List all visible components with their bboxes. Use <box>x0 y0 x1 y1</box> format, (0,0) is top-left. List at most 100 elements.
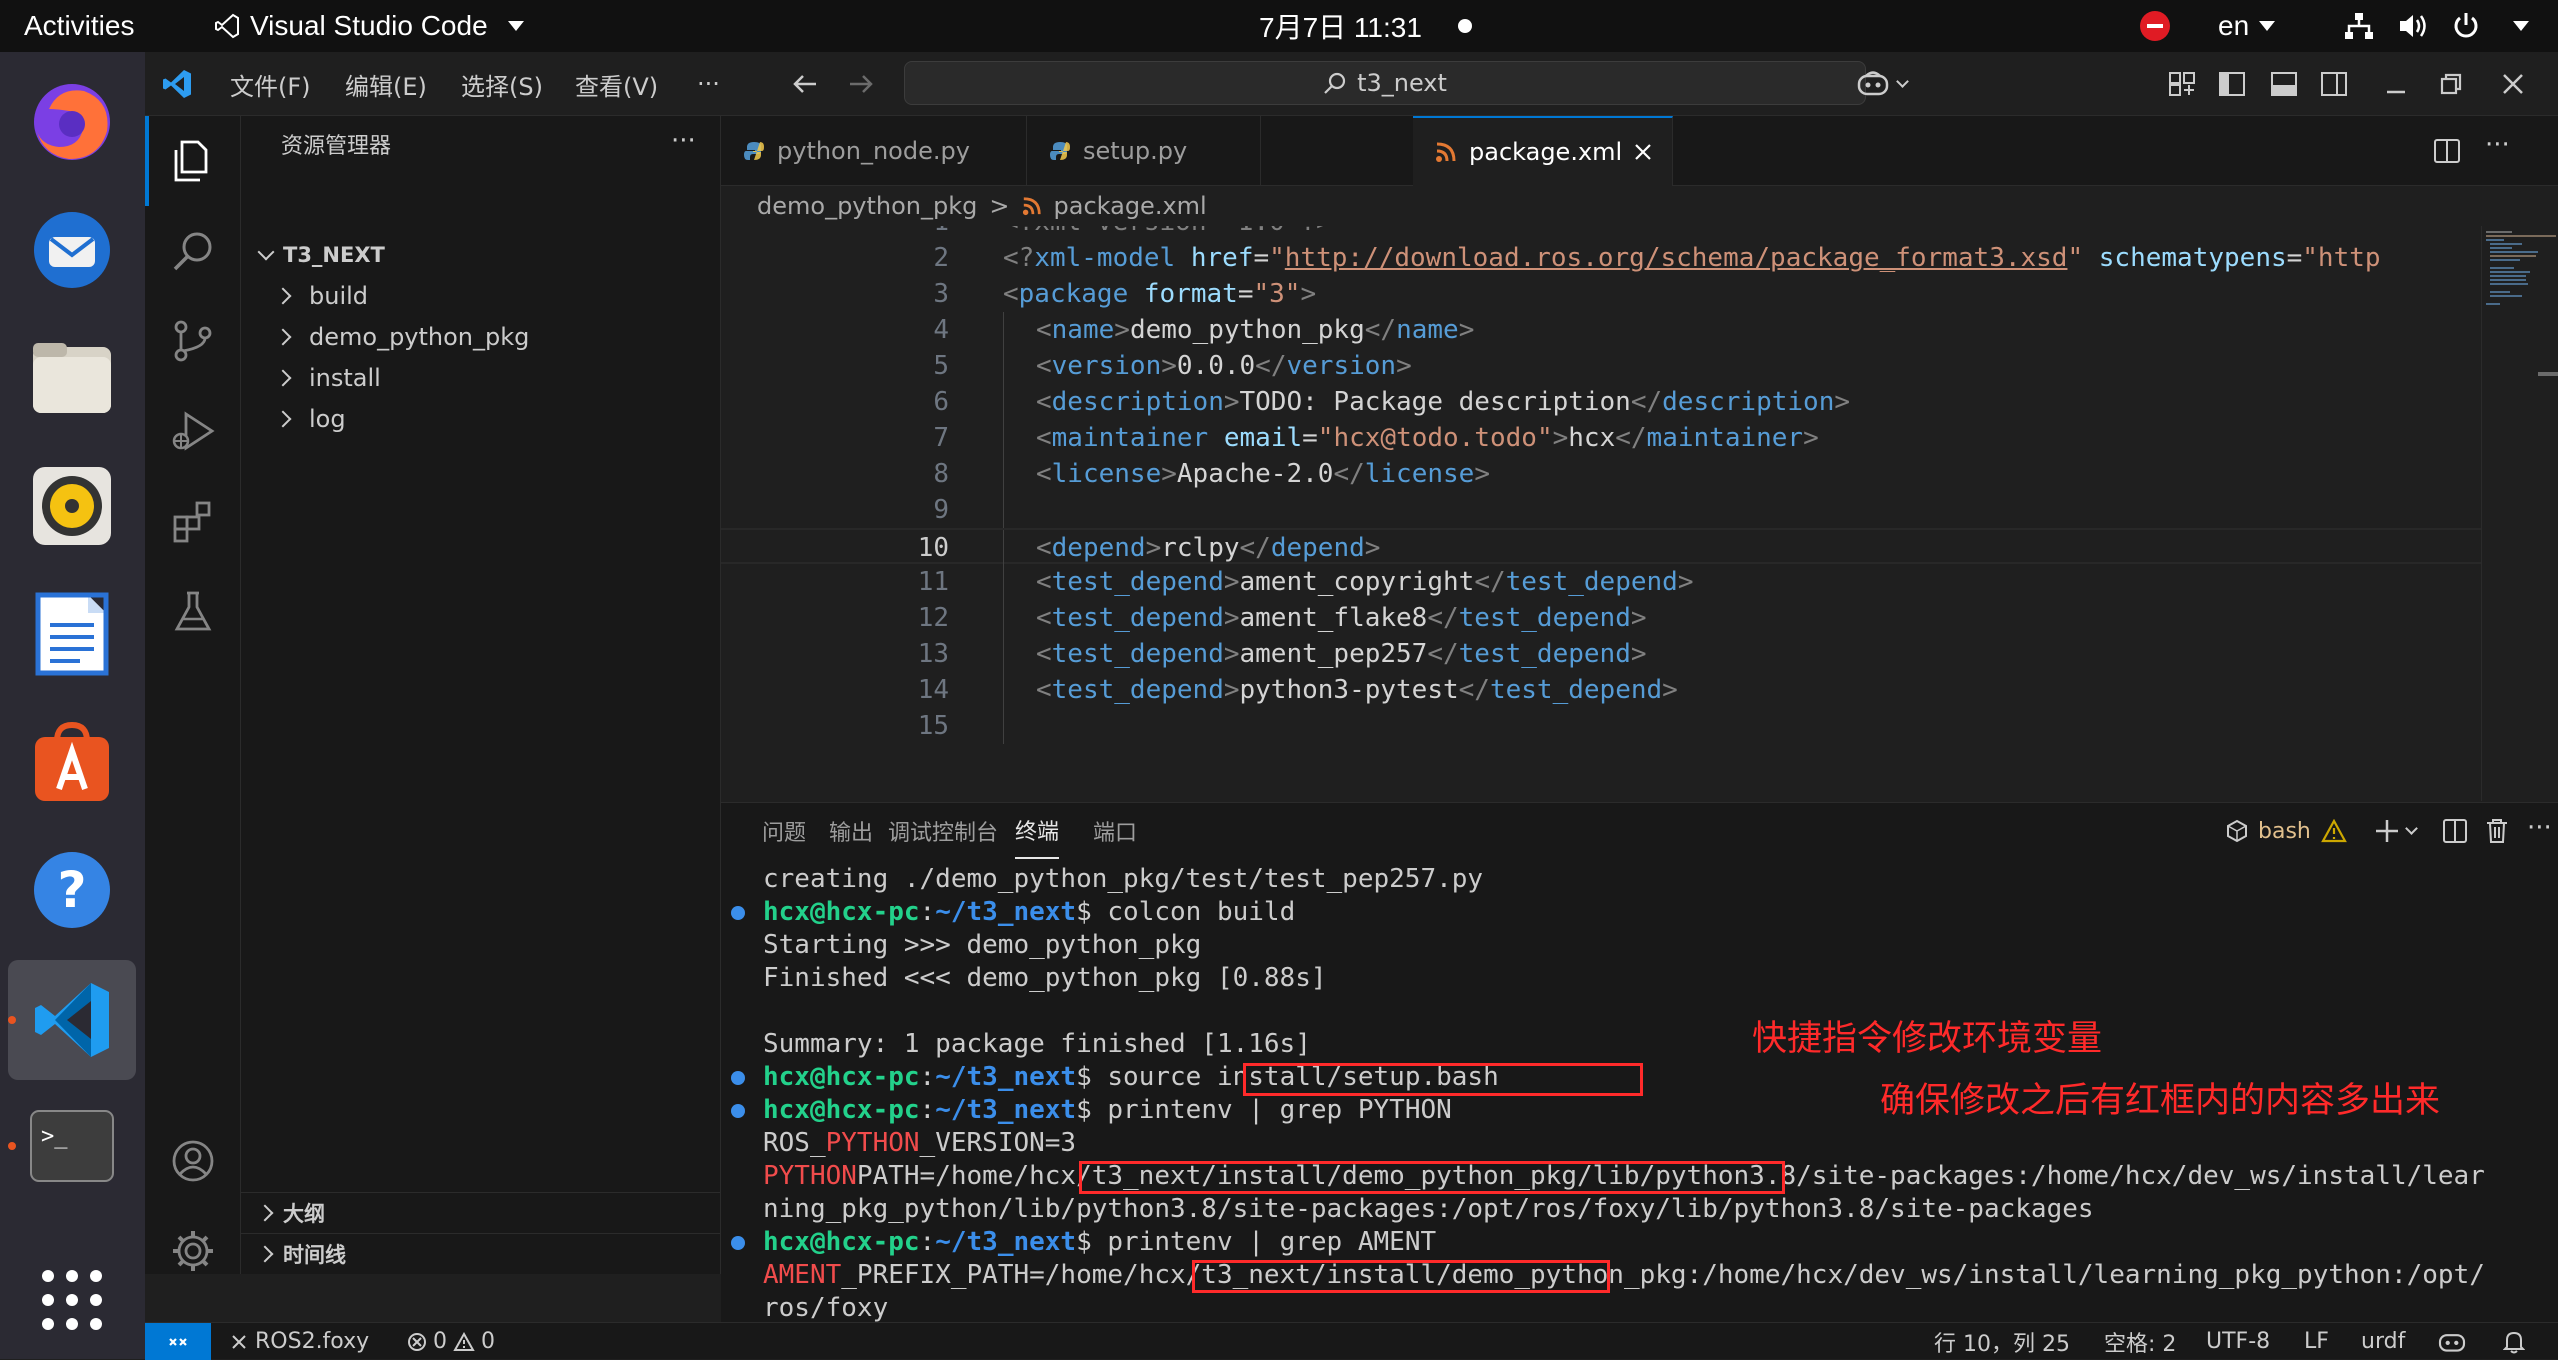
vscode-app-icon <box>214 13 240 39</box>
thunderbird-icon[interactable] <box>22 200 122 300</box>
tab-setup-py[interactable]: setup.py <box>1027 116 1261 186</box>
menu-selection[interactable]: 选择(S) <box>461 52 543 116</box>
breadcrumb-folder[interactable]: demo_python_pkg <box>757 192 977 220</box>
indentation[interactable]: 空格: 2 <box>2104 1323 2176 1360</box>
close-window-icon[interactable] <box>2497 68 2529 100</box>
title-bar: 文件(F) 编辑(E) 选择(S) 查看(V) ··· t3_next <box>145 52 2558 116</box>
terminal-shell-label: bash <box>2258 818 2311 844</box>
menu-view[interactable]: 查看(V) <box>575 52 658 116</box>
panel-tab-debug-console[interactable]: 调试控制台 <box>888 803 998 859</box>
system-menu[interactable] <box>2343 0 2529 52</box>
search-icon[interactable] <box>145 206 241 296</box>
command-success-decoration[interactable] <box>731 906 745 920</box>
minimize-window-icon[interactable] <box>2380 68 2412 100</box>
testing-icon[interactable] <box>145 566 241 656</box>
toggle-panel-icon[interactable] <box>2268 68 2300 100</box>
remote-env-label: ROS2.foxy <box>255 1329 370 1354</box>
breadcrumb-file[interactable]: package.xml <box>1054 192 1207 220</box>
account-icon[interactable] <box>145 1116 241 1206</box>
firefox-icon[interactable] <box>22 72 122 172</box>
code-editor[interactable]: 1 <?xml version="1.0"?> 2 <?xml-model hr… <box>721 226 2481 801</box>
libreoffice-writer-icon[interactable] <box>22 584 122 684</box>
terminal-instance-selector[interactable]: bash <box>2226 803 2347 859</box>
panel-tab-problems[interactable]: 问题 <box>762 803 806 859</box>
clock[interactable]: 7月7日 11:31 <box>1259 0 1472 52</box>
activities-button[interactable]: Activities <box>24 0 134 52</box>
panel-tab-terminal[interactable]: 终端 <box>1015 803 1060 859</box>
command-center-search[interactable]: t3_next <box>904 61 1866 105</box>
cursor-position[interactable]: 行 10，列 25 <box>1934 1323 2070 1360</box>
run-debug-icon[interactable] <box>145 386 241 476</box>
tree-item-log[interactable]: log <box>241 398 721 439</box>
app-menu[interactable]: Visual Studio Code <box>214 0 524 52</box>
command-success-decoration[interactable] <box>731 1104 745 1118</box>
warning-icon <box>2320 819 2347 843</box>
search-icon <box>1323 71 1347 95</box>
line-number: 11 <box>917 567 949 597</box>
vscode-dock-icon[interactable] <box>8 960 136 1080</box>
copilot-status-icon[interactable] <box>2437 1323 2467 1360</box>
toggle-secondary-sidebar-icon[interactable] <box>2318 68 2350 100</box>
terminal-output-line: Summary: 1 package finished [1.16s] <box>763 1029 1311 1059</box>
trash-icon[interactable] <box>2481 815 2513 847</box>
split-terminal-icon[interactable] <box>2439 815 2471 847</box>
menu-file[interactable]: 文件(F) <box>230 52 311 116</box>
terminal-command-line: hcx@hcx-pc:~/t3_next$ colcon build <box>763 897 1296 927</box>
terminal[interactable]: creating ./demo_python_pkg/test/test_pep… <box>721 863 2558 1356</box>
restore-window-icon[interactable] <box>2435 68 2467 100</box>
terminal-icon[interactable]: >_ <box>22 1096 122 1196</box>
problems-status[interactable]: 0 0 <box>407 1323 495 1360</box>
chevron-down-icon[interactable] <box>2401 815 2421 847</box>
workspace-root[interactable]: T3_NEXT <box>241 234 721 275</box>
rhythmbox-icon[interactable] <box>22 456 122 556</box>
show-apps-grid-icon[interactable] <box>22 1250 122 1350</box>
explorer-title: 资源管理器 <box>281 134 392 159</box>
panel-more-actions-icon[interactable]: ··· <box>2527 813 2552 843</box>
minimap[interactable] <box>2481 226 2558 801</box>
tab-label: package.xml <box>1469 138 1623 166</box>
explorer-more-actions-icon[interactable]: ··· <box>671 126 696 156</box>
end-of-line[interactable]: LF <box>2304 1323 2329 1360</box>
terminal-output-line: ning_pkg_python/lib/python3.8/site-packa… <box>763 1194 2094 1224</box>
command-success-decoration[interactable] <box>731 1071 745 1085</box>
files-icon[interactable] <box>22 328 122 428</box>
timeline-section[interactable]: 时间线 <box>241 1233 721 1274</box>
encoding[interactable]: UTF-8 <box>2206 1323 2270 1360</box>
back-arrow-icon[interactable] <box>789 68 821 100</box>
tree-item-build[interactable]: build <box>241 275 721 316</box>
extensions-icon[interactable] <box>145 476 241 566</box>
menu-more-button[interactable]: ··· <box>697 52 720 116</box>
input-language-menu[interactable]: en <box>2218 0 2276 52</box>
tab-package-xml[interactable]: package.xml <box>1413 116 1673 186</box>
tab-python-node-py[interactable]: python_node.py <box>721 116 1027 186</box>
customize-layout-icon[interactable] <box>2166 68 2198 100</box>
close-tab-icon[interactable] <box>1634 143 1652 161</box>
toggle-primary-sidebar-icon[interactable] <box>2216 68 2248 100</box>
rss-xml-file-icon <box>1435 141 1457 163</box>
copilot-menu[interactable] <box>1851 68 1911 100</box>
panel-tab-ports[interactable]: 端口 <box>1093 803 1137 859</box>
new-terminal-plus-icon[interactable] <box>2371 815 2403 847</box>
do-not-disturb-icon[interactable] <box>2140 0 2170 52</box>
editor-more-actions-icon[interactable]: ··· <box>2485 130 2510 160</box>
ubuntu-software-icon[interactable] <box>22 712 122 812</box>
settings-gear-icon[interactable] <box>145 1206 241 1296</box>
outline-section[interactable]: 大纲 <box>241 1192 721 1233</box>
tree-item-demo-python-pkg[interactable]: demo_python_pkg <box>241 316 721 357</box>
menu-edit[interactable]: 编辑(E) <box>345 52 427 116</box>
help-icon[interactable]: ? <box>22 840 122 940</box>
language-mode[interactable]: urdf <box>2361 1323 2405 1360</box>
command-success-decoration[interactable] <box>731 1236 745 1250</box>
tree-item-install[interactable]: install <box>241 357 721 398</box>
indent-guide <box>1003 420 1004 456</box>
split-editor-icon[interactable] <box>2431 135 2463 167</box>
remote-env-status[interactable]: ROS2.foxy <box>231 1323 369 1360</box>
tree-item-label: install <box>309 363 381 392</box>
panel-tab-output[interactable]: 输出 <box>829 803 873 859</box>
notifications-bell-icon[interactable] <box>2503 1323 2525 1360</box>
tab-label: python_node.py <box>777 137 970 165</box>
source-control-icon[interactable] <box>145 296 241 386</box>
remote-indicator[interactable] <box>145 1323 211 1360</box>
explorer-icon[interactable] <box>145 116 241 206</box>
forward-arrow-icon[interactable] <box>845 68 877 100</box>
